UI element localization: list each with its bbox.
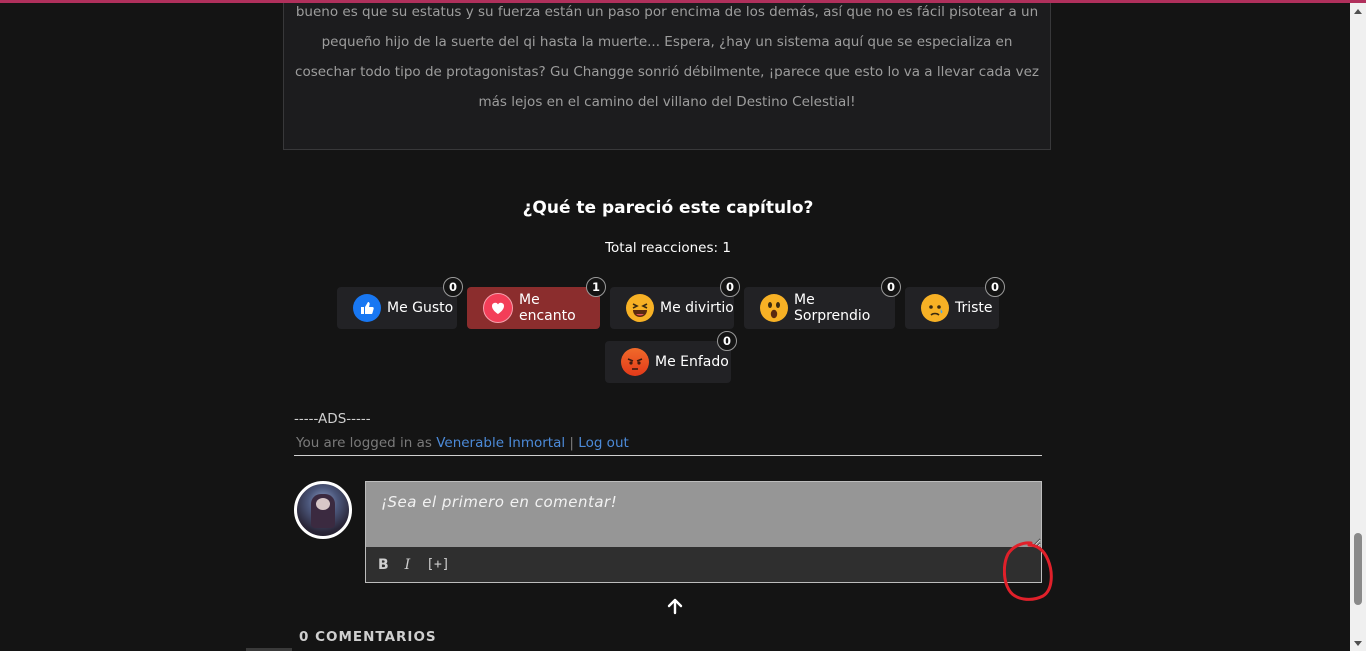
reaction-count: 0 — [720, 277, 740, 297]
red-circle-annotation — [1003, 541, 1053, 601]
reaction-count: 0 — [881, 277, 901, 297]
reaction-label: Triste — [955, 300, 993, 316]
total-reactions: Total reacciones: 1 — [605, 240, 731, 256]
logout-link[interactable]: Log out — [578, 435, 629, 451]
italic-button[interactable]: I — [405, 557, 411, 573]
haha-icon — [626, 294, 654, 322]
reaction-count: 0 — [443, 277, 463, 297]
back-to-top-button[interactable] — [663, 594, 687, 618]
reaction-angry-button[interactable]: Me Enfado 0 — [605, 331, 737, 383]
comment-form: B I [+] — [365, 481, 1042, 583]
reaction-count: 0 — [717, 331, 737, 351]
login-divider — [294, 455, 1042, 456]
comments-count: 0 COMENTARIOS — [299, 629, 437, 645]
login-prefix: You are logged in as — [296, 435, 432, 451]
like-icon — [353, 294, 381, 322]
page-content: bueno es que su estatus y su fuerza está… — [0, 3, 1350, 651]
love-icon — [483, 293, 513, 323]
reactions-title: ¿Qué te pareció este capítulo? — [522, 198, 814, 218]
page-scrollbar[interactable] — [1350, 3, 1366, 651]
reaction-label: Me Gusto — [387, 300, 454, 316]
bold-button[interactable]: B — [378, 557, 389, 573]
scroll-down-arrow-icon[interactable] — [1350, 635, 1366, 651]
reaction-count: 1 — [586, 277, 606, 297]
login-separator: | — [569, 435, 574, 451]
wow-icon — [760, 294, 788, 322]
more-tools-button[interactable]: [+] — [426, 557, 449, 572]
synopsis-text: bueno es que su estatus y su fuerza está… — [295, 4, 1039, 110]
reaction-label: Me Enfado — [655, 354, 729, 370]
reaction-label: Me divirtio — [660, 300, 734, 316]
ads-placeholder: -----ADS----- — [294, 411, 371, 427]
reaction-count: 0 — [985, 277, 1005, 297]
reaction-label: Me encanto — [519, 292, 576, 324]
reaction-like-button[interactable]: Me Gusto 0 — [337, 277, 463, 329]
avatar — [294, 481, 352, 539]
reaction-wow-button[interactable]: Me Sorprendio 0 — [744, 277, 901, 329]
scrollbar-thumb[interactable] — [1354, 533, 1362, 605]
arrow-up-icon — [667, 598, 683, 615]
username-link[interactable]: Venerable Inmortal — [436, 435, 565, 451]
comment-textarea[interactable] — [366, 482, 1041, 547]
avatar-face — [316, 498, 330, 510]
reaction-love-button[interactable]: Me encanto 1 — [467, 277, 606, 329]
comment-toolbar: B I [+] — [366, 547, 1041, 582]
reaction-label: Me Sorprendio — [794, 292, 871, 324]
login-status: You are logged in as Venerable Inmortal … — [296, 435, 629, 451]
reaction-sad-button[interactable]: Triste 0 — [905, 277, 1005, 329]
reaction-haha-button[interactable]: Me divirtio 0 — [610, 277, 740, 329]
sad-icon — [921, 294, 949, 322]
angry-icon — [621, 348, 649, 376]
synopsis-box: bueno es que su estatus y su fuerza está… — [283, 3, 1051, 150]
scroll-up-arrow-icon[interactable] — [1350, 3, 1366, 19]
